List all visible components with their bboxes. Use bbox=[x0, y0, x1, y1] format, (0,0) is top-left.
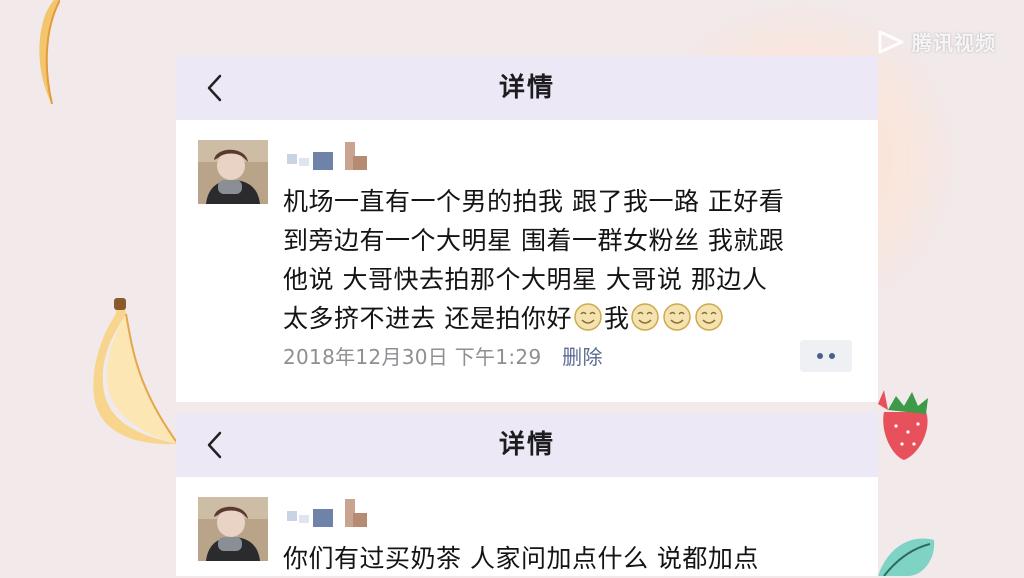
banana-sticker-left bbox=[93, 298, 179, 445]
post-timestamp: 2018年12月30日 下午1:29 bbox=[283, 345, 542, 369]
post-text: 你们有过买奶茶 人家问加点什么 说都加点 bbox=[283, 539, 873, 578]
post-card: 你们有过买奶茶 人家问加点什么 说都加点 bbox=[176, 477, 878, 576]
dot-icon bbox=[817, 353, 823, 359]
detail-panel-2: 详情 你们有过买奶茶 人家问加点什么 说都加点 bbox=[176, 413, 878, 576]
smile-emoji-icon bbox=[574, 303, 602, 331]
post-card: 机场一直有一个男的拍我 跟了我一路 正好看 到旁边有一个大明星 围着一群女粉丝 … bbox=[176, 120, 878, 402]
avatar-photo bbox=[198, 497, 268, 561]
post-meta: 2018年12月30日 下午1:29 删除 bbox=[283, 341, 603, 370]
avatar[interactable] bbox=[198, 140, 268, 204]
post-line: 他说 大哥快去拍那个大明星 大哥说 那边人 bbox=[283, 265, 768, 294]
delete-link[interactable]: 删除 bbox=[562, 345, 603, 369]
post-line-text: 太多挤不进去 还是拍你好 bbox=[283, 304, 572, 333]
smile-emoji-icon bbox=[663, 303, 692, 331]
username-blurred[interactable] bbox=[287, 495, 407, 535]
banana-sticker-top-left bbox=[39, 0, 60, 105]
detail-panel-1: 详情 机场一直有一个男的拍我 跟了我一路 正好看 到旁边有一个大明星 围着一群女… bbox=[176, 56, 878, 402]
page-title: 详情 bbox=[498, 73, 555, 103]
blurred-name-image bbox=[287, 499, 367, 527]
watermark-text: 腾讯视频 bbox=[912, 31, 996, 55]
smile-emoji-icon bbox=[695, 303, 724, 331]
panel-header: 详情 bbox=[176, 56, 878, 120]
dot-icon bbox=[829, 353, 835, 359]
post-text: 机场一直有一个男的拍我 跟了我一路 正好看 到旁边有一个大明星 围着一群女粉丝 … bbox=[283, 182, 873, 338]
avatar[interactable] bbox=[198, 497, 268, 561]
avatar-photo bbox=[198, 140, 268, 204]
video-watermark: 腾讯视频 bbox=[876, 27, 996, 56]
more-options-button[interactable] bbox=[800, 340, 852, 372]
strawberry-sticker bbox=[878, 390, 928, 460]
smile-emoji-icon bbox=[631, 303, 660, 331]
blurred-name-image bbox=[287, 142, 367, 170]
leaf-sticker bbox=[878, 538, 935, 576]
post-line: 你们有过买奶茶 人家问加点什么 说都加点 bbox=[283, 544, 759, 573]
post-line: 机场一直有一个男的拍我 跟了我一路 正好看 bbox=[283, 187, 785, 216]
page-title: 详情 bbox=[498, 430, 555, 460]
username-blurred[interactable] bbox=[287, 138, 407, 178]
play-logo-icon bbox=[878, 30, 904, 53]
post-line: 到旁边有一个大明星 围着一群女粉丝 我就跟 bbox=[283, 226, 785, 255]
panel-header: 详情 bbox=[176, 413, 878, 477]
post-line-text: 我 bbox=[603, 304, 630, 333]
post-line: 太多挤不进去 还是拍你好 我 bbox=[283, 299, 873, 338]
